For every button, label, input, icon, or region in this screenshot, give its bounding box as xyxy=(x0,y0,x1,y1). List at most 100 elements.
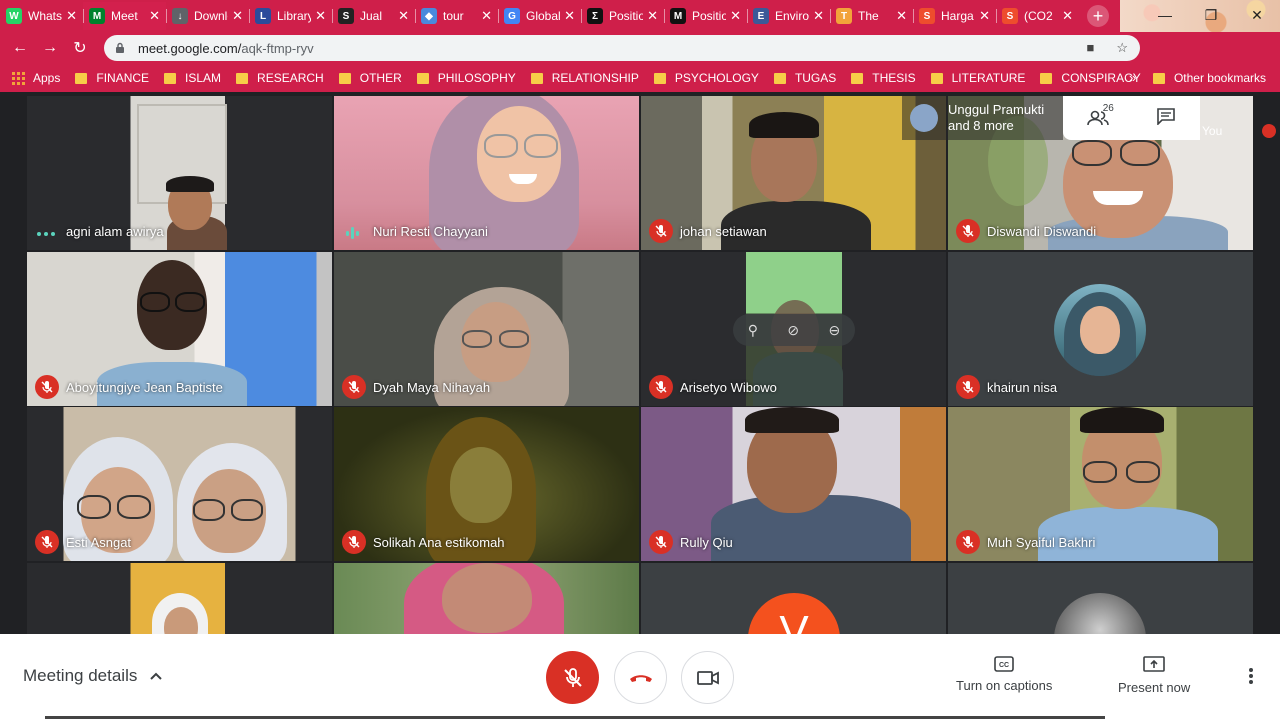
close-tab-icon[interactable]: ✕ xyxy=(398,8,409,24)
browser-tab[interactable]: Σ Position✕ xyxy=(581,2,664,30)
close-tab-icon[interactable]: ✕ xyxy=(66,8,77,24)
folder-icon xyxy=(773,72,786,84)
close-tab-icon[interactable]: ✕ xyxy=(315,8,326,24)
browser-tab[interactable]: E Environment✕ xyxy=(747,2,830,30)
leave-call-button[interactable] xyxy=(614,651,667,704)
people-button[interactable]: 26 xyxy=(1086,103,1114,127)
more-bookmarks-button[interactable]: » xyxy=(1129,70,1136,85)
tab-favicon-icon: ◆ xyxy=(421,8,437,24)
bookmark-folder[interactable]: RELATIONSHIP xyxy=(530,71,639,85)
folder-icon xyxy=(236,72,249,84)
tab-favicon-icon: M xyxy=(89,8,105,24)
bookmark-star-icon[interactable]: ☆ xyxy=(1116,40,1128,56)
toggle-mic-button[interactable] xyxy=(546,651,599,704)
bookmark-folder[interactable]: OTHER xyxy=(338,71,402,85)
browser-tab[interactable]: ↓ Downloads ✕ xyxy=(166,2,249,30)
participant-tile[interactable] xyxy=(27,563,332,634)
reload-icon[interactable]: ↻ xyxy=(65,38,95,58)
browser-tab[interactable]: ◆ tour ✕ xyxy=(415,2,498,30)
present-now-button[interactable]: Present now xyxy=(1118,656,1190,695)
browser-tab[interactable]: L Library ✕ xyxy=(249,2,332,30)
close-tab-icon[interactable]: ✕ xyxy=(1062,8,1073,24)
participant-name: Arisetyo Wibowo xyxy=(680,380,777,395)
address-bar[interactable]: meet.google.com/aqk-ftmp-ryv ■ ☆ xyxy=(104,35,1140,61)
svg-text:CC: CC xyxy=(999,662,1009,669)
meeting-details-button[interactable]: Meeting details xyxy=(23,666,163,686)
tile-hover-controls: ⚲ ⊘ ⊖ xyxy=(733,314,855,346)
participant-tile[interactable] xyxy=(334,563,639,634)
browser-tab[interactable]: T The ✕ xyxy=(830,2,913,30)
browser-tab[interactable]: W WhatsApp✕ xyxy=(0,2,83,30)
folder-icon xyxy=(75,72,88,84)
participant-tile[interactable]: khairun nisa xyxy=(948,252,1253,406)
tab-favicon-icon: Σ xyxy=(587,8,603,24)
other-bookmarks[interactable]: Other bookmarks xyxy=(1152,71,1266,85)
browser-tab[interactable]: G Global ✕ xyxy=(498,2,581,30)
participant-tile[interactable]: V xyxy=(641,563,946,634)
restore-button[interactable]: ❐ xyxy=(1188,0,1234,30)
remove-participant-icon[interactable]: ⊖ xyxy=(829,322,841,339)
bookmark-folder[interactable]: FINANCE xyxy=(75,71,149,85)
tab-title: Global xyxy=(526,9,561,23)
toggle-camera-button[interactable] xyxy=(681,651,734,704)
new-tab-button[interactable]: + xyxy=(1087,5,1109,27)
back-icon[interactable]: ← xyxy=(5,39,35,57)
browser-tab[interactable]: S Harga ✕ xyxy=(913,2,996,30)
muted-mic-icon xyxy=(649,375,673,399)
chat-button[interactable] xyxy=(1156,107,1176,130)
participant-name: Rully Qiu xyxy=(680,535,733,550)
bookmark-folder[interactable]: RESEARCH xyxy=(236,71,324,85)
participant-tile[interactable]: Rully Qiu xyxy=(641,407,946,561)
close-tab-icon[interactable]: ✕ xyxy=(813,8,824,24)
chevron-up-icon xyxy=(150,672,163,680)
browser-tab[interactable]: M Position✕ xyxy=(664,2,747,30)
participant-tile[interactable]: agni alam awirya xyxy=(27,96,332,250)
participant-tile[interactable] xyxy=(948,563,1253,634)
participant-tile[interactable]: johan setiawan xyxy=(641,96,946,250)
tab-favicon-icon: G xyxy=(504,8,520,24)
forward-icon[interactable]: → xyxy=(35,39,65,57)
bookmark-label: RESEARCH xyxy=(257,71,324,85)
close-tab-icon[interactable]: ✕ xyxy=(481,8,492,24)
captions-button[interactable]: CC Turn on captions xyxy=(956,656,1052,693)
browser-tab[interactable]: M Meet ✕ xyxy=(83,2,166,30)
avatar xyxy=(1054,284,1146,376)
close-tab-icon[interactable]: ✕ xyxy=(730,8,741,24)
participant-tile[interactable]: ⚲ ⊘ ⊖ Arisetyo Wibowo xyxy=(641,252,946,406)
close-tab-icon[interactable]: ✕ xyxy=(979,8,990,24)
bookmark-folder[interactable]: LITERATURE xyxy=(930,71,1025,85)
camera-indicator-icon[interactable]: ■ xyxy=(1086,40,1094,56)
participant-tile[interactable]: Aboyitungiye Jean Baptiste xyxy=(27,252,332,406)
browser-tab[interactable]: S Jual ✕ xyxy=(332,2,415,30)
close-tab-icon[interactable]: ✕ xyxy=(149,8,160,24)
browser-tab[interactable]: S (CO2 ✕ xyxy=(996,2,1079,30)
close-tab-icon[interactable]: ✕ xyxy=(647,8,658,24)
close-tab-icon[interactable]: ✕ xyxy=(232,8,243,24)
bookmark-folder[interactable]: PSYCHOLOGY xyxy=(653,71,759,85)
avatar xyxy=(910,104,938,132)
close-window-button[interactable]: ✕ xyxy=(1234,0,1280,30)
bookmark-folder[interactable]: CONSPIRACY xyxy=(1040,71,1141,85)
close-tab-icon[interactable]: ✕ xyxy=(896,8,907,24)
bookmark-folder[interactable]: ISLAM xyxy=(164,71,221,85)
participant-tile[interactable]: Dyah Maya Nihayah xyxy=(334,252,639,406)
bookmark-folder[interactable]: TUGAS xyxy=(773,71,836,85)
bookmark-folder[interactable]: PHILOSOPHY xyxy=(416,71,516,85)
closed-captions-icon: CC xyxy=(994,656,1014,672)
close-tab-icon[interactable]: ✕ xyxy=(564,8,575,24)
apps-shortcut[interactable]: Apps xyxy=(12,71,60,85)
participant-tile[interactable]: Muh Syaiful Bakhri xyxy=(948,407,1253,561)
minimize-button[interactable]: — xyxy=(1142,0,1188,30)
participant-name: Nuri Resti Chayyani xyxy=(373,224,488,239)
participant-tile[interactable]: Solikah Ana estikomah xyxy=(334,407,639,561)
muted-mic-icon xyxy=(649,530,673,554)
pin-icon[interactable]: ⚲ xyxy=(748,322,758,339)
mute-participant-icon[interactable]: ⊘ xyxy=(787,322,799,339)
more-options-icon[interactable] xyxy=(1243,666,1259,686)
bookmark-folder[interactable]: THESIS xyxy=(851,71,916,85)
participant-tile[interactable]: Nuri Resti Chayyani xyxy=(334,96,639,250)
bookmark-label: PSYCHOLOGY xyxy=(674,71,759,85)
participant-name: Esti Asngat xyxy=(66,535,132,550)
presenters-summary[interactable]: Unggul Pramukti and 8 more xyxy=(902,96,1063,140)
participant-tile[interactable]: Esti Asngat xyxy=(27,407,332,561)
